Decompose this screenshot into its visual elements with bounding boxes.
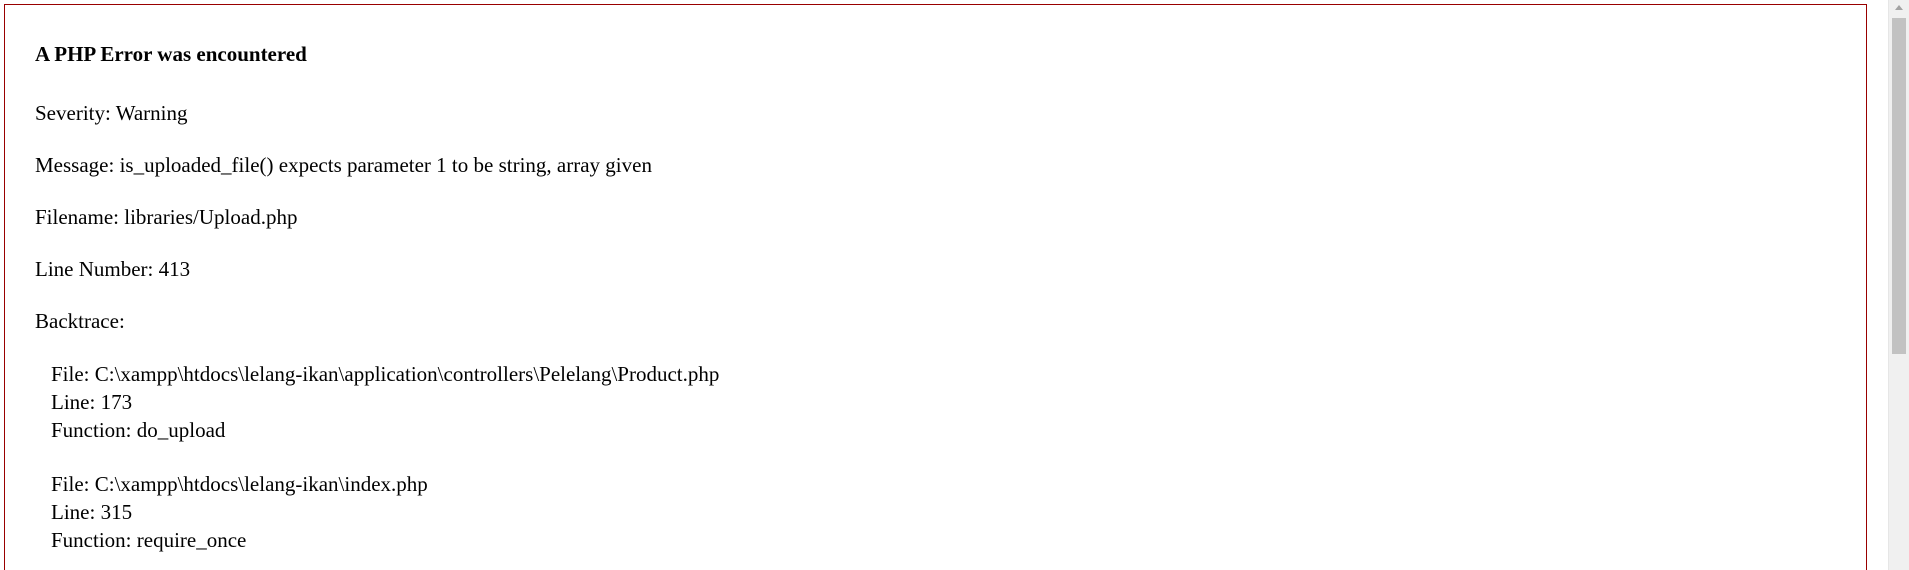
php-error-box: A PHP Error was encountered Severity: Wa… [4,4,1867,570]
error-message: Message: is_uploaded_file() expects para… [35,153,652,177]
scrollbar-thumb[interactable] [1892,18,1906,354]
backtrace-line: Line: 315 [51,500,133,524]
backtrace-file: File: C:\xampp\htdocs\lelang-ikan\index.… [51,472,428,496]
backtrace-entry: File: C:\xampp\htdocs\lelang-ikan\index.… [51,470,1866,554]
page: A PHP Error was encountered Severity: Wa… [0,0,1909,570]
error-title: A PHP Error was encountered [35,42,307,66]
backtrace-list: File: C:\xampp\htdocs\lelang-ikan\applic… [51,360,1866,554]
error-severity: Severity: Warning [35,101,188,125]
backtrace-file: File: C:\xampp\htdocs\lelang-ikan\applic… [51,362,720,386]
vertical-scrollbar[interactable] [1888,0,1909,570]
backtrace-function: Function: require_once [51,528,247,552]
backtrace-label: Backtrace: [35,309,125,333]
backtrace-line: Line: 173 [51,390,133,414]
scroll-up-arrow-icon[interactable] [1889,0,1909,16]
backtrace-entry: File: C:\xampp\htdocs\lelang-ikan\applic… [51,360,1866,444]
backtrace-function: Function: do_upload [51,418,226,442]
error-filename: Filename: libraries/Upload.php [35,205,298,229]
error-line-number: Line Number: 413 [35,257,191,281]
